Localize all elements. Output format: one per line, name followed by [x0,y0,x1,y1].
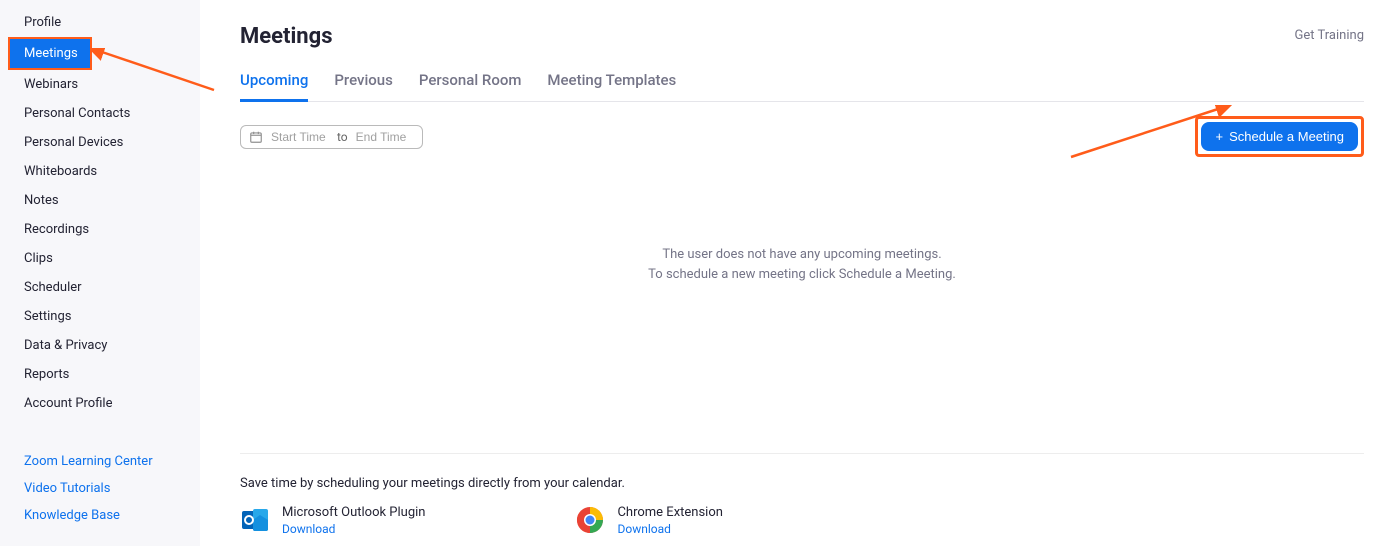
sidebar-item-meetings[interactable]: Meetings [8,37,92,70]
plugin-outlook-name: Microsoft Outlook Plugin [282,505,425,520]
calendar-icon [249,130,263,144]
get-training-link[interactable]: Get Training [1295,28,1364,43]
sidebar-item-personal-devices[interactable]: Personal Devices [0,128,200,157]
sidebar-item-webinars[interactable]: Webinars [0,70,200,99]
sidebar-item-account-profile[interactable]: Account Profile [0,389,200,418]
sidebar-item-reports[interactable]: Reports [0,360,200,389]
footer: Save time by scheduling your meetings di… [240,453,1364,536]
sidebar-item-notes[interactable]: Notes [0,186,200,215]
tab-personal-room[interactable]: Personal Room [419,71,522,101]
sidebar-item-data-privacy[interactable]: Data & Privacy [0,331,200,360]
schedule-meeting-button[interactable]: + Schedule a Meeting [1201,122,1358,151]
plugin-chrome-name: Chrome Extension [617,505,722,520]
footer-heading: Save time by scheduling your meetings di… [240,476,1364,491]
sidebar-item-scheduler[interactable]: Scheduler [0,273,200,302]
chrome-icon [575,505,605,535]
tabs: Upcoming Previous Personal Room Meeting … [240,71,1364,102]
main-content: Meetings Get Training Upcoming Previous … [200,0,1400,546]
plugin-outlook: Microsoft Outlook Plugin Download [240,505,425,536]
page-title: Meetings [240,24,333,49]
empty-state: The user does not have any upcoming meet… [240,245,1364,284]
plugin-chrome: Chrome Extension Download [575,505,722,536]
sidebar-item-settings[interactable]: Settings [0,302,200,331]
date-to-label: to [337,130,348,144]
sidebar-link-video-tutorials[interactable]: Video Tutorials [0,475,200,502]
tab-previous[interactable]: Previous [334,71,393,101]
date-range-picker[interactable]: to [240,125,423,149]
plugin-chrome-download[interactable]: Download [617,522,722,536]
sidebar-item-whiteboards[interactable]: Whiteboards [0,157,200,186]
outlook-icon [240,505,270,535]
sidebar-item-personal-contacts[interactable]: Personal Contacts [0,99,200,128]
schedule-button-highlight: + Schedule a Meeting [1195,116,1364,157]
schedule-button-label: Schedule a Meeting [1229,129,1344,144]
start-time-input[interactable] [271,130,329,144]
end-time-input[interactable] [356,130,414,144]
empty-line-1: The user does not have any upcoming meet… [240,245,1364,265]
empty-line-2: To schedule a new meeting click Schedule… [240,265,1364,285]
sidebar-link-learning-center[interactable]: Zoom Learning Center [0,448,200,475]
sidebar-link-knowledge-base[interactable]: Knowledge Base [0,502,200,529]
plus-icon: + [1215,130,1223,143]
tab-meeting-templates[interactable]: Meeting Templates [547,71,676,101]
sidebar-item-clips[interactable]: Clips [0,244,200,273]
sidebar-item-recordings[interactable]: Recordings [0,215,200,244]
sidebar: Profile Meetings Webinars Personal Conta… [0,0,200,546]
sidebar-item-profile[interactable]: Profile [0,8,200,37]
tab-upcoming[interactable]: Upcoming [240,71,308,102]
plugin-outlook-download[interactable]: Download [282,522,425,536]
